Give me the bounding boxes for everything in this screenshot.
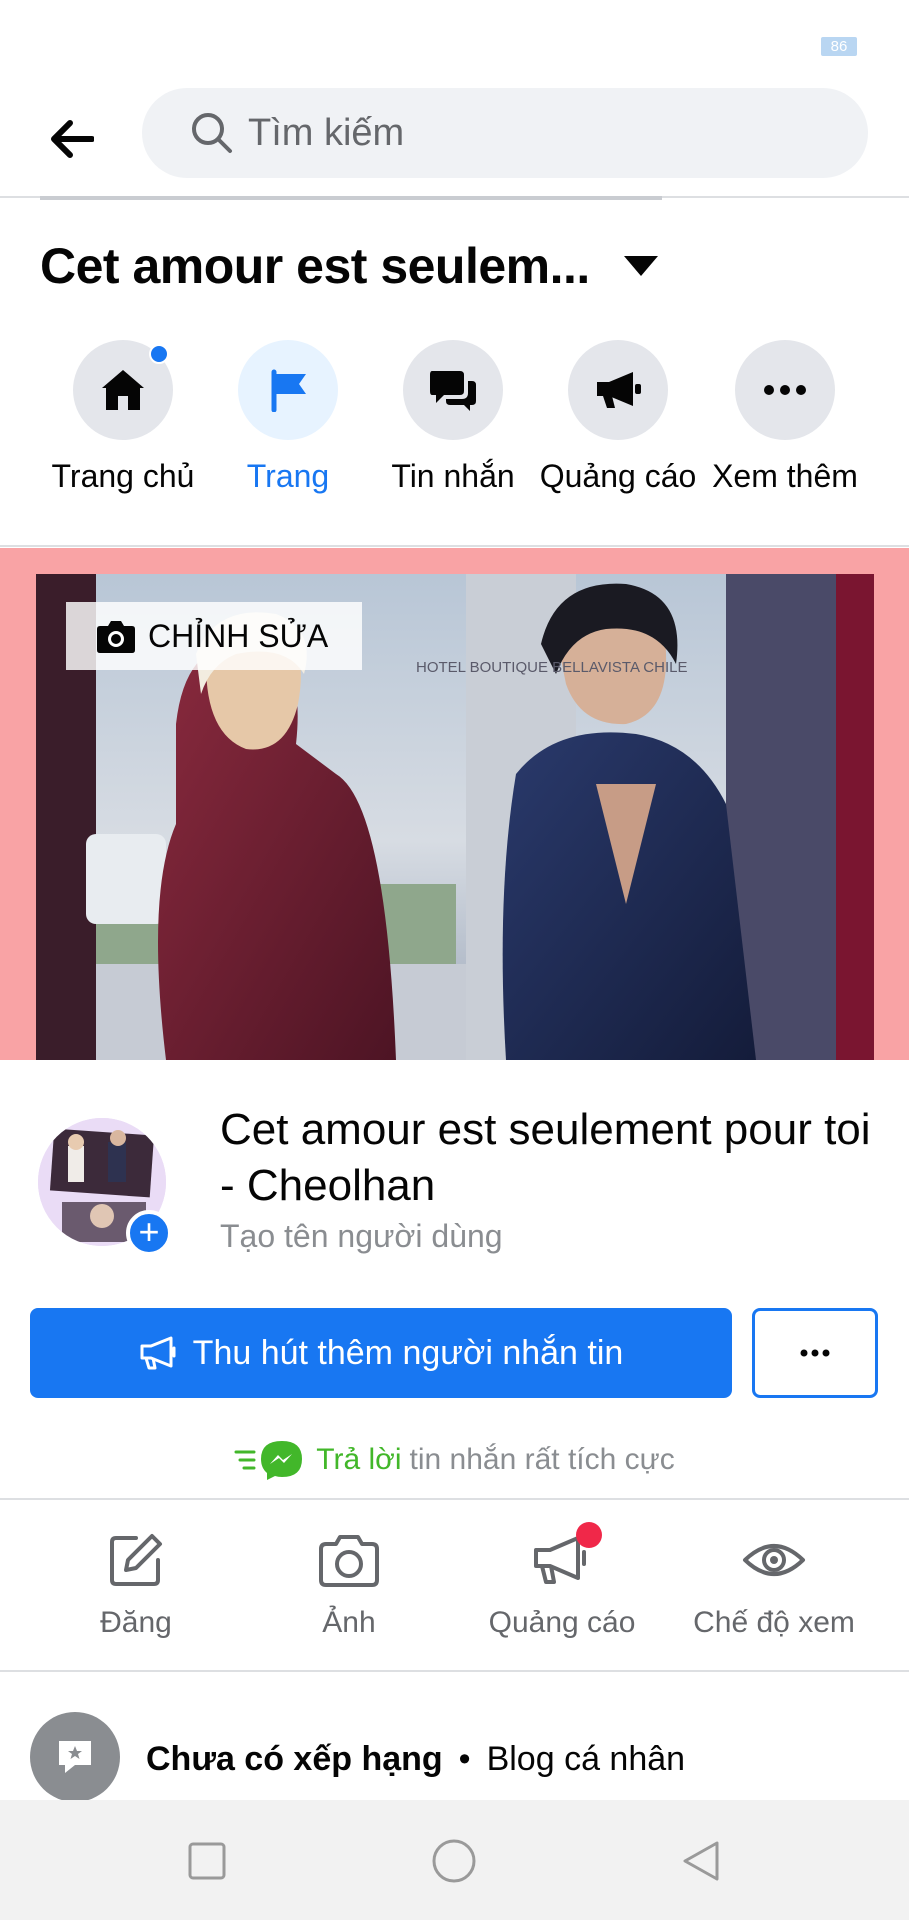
divider	[0, 545, 909, 547]
nav-label-home: Trang chủ	[51, 458, 195, 494]
cover-area: HOTEL BOUTIQUE BELLAVISTA CHILE CHỈNH SỬ…	[0, 548, 909, 1060]
more-options-button[interactable]	[752, 1308, 878, 1398]
circle-icon	[432, 1839, 476, 1883]
add-photo-button[interactable]: +	[126, 1210, 172, 1256]
more-icon	[764, 385, 806, 395]
nav-item-page[interactable]: Trang	[203, 340, 373, 495]
messenger-fast-icon	[234, 1441, 303, 1480]
rating-label: Chưa có xếp hạng	[146, 1740, 443, 1778]
back-arrow-icon	[51, 120, 94, 158]
camera-icon	[319, 1535, 379, 1587]
megaphone-outline-icon	[139, 1333, 179, 1373]
megaphone-icon	[597, 372, 641, 408]
chat-icon	[430, 371, 476, 411]
nav-item-more[interactable]: Xem thêm	[700, 340, 870, 495]
back-button[interactable]	[38, 106, 104, 172]
top-bar	[0, 80, 909, 200]
action-post[interactable]: Đăng	[36, 1528, 236, 1640]
nav-label-page: Trang	[246, 458, 330, 494]
nav-item-home[interactable]: Trang chủ	[38, 340, 208, 495]
action-ads-label: Quảng cáo	[488, 1606, 636, 1639]
caret-down-icon	[623, 256, 658, 276]
home-icon	[102, 370, 144, 410]
profile-name: Cet amour est seulement pour toi - Cheol…	[220, 1105, 871, 1210]
cover-sign-text: HOTEL BOUTIQUE BELLAVISTA CHILE	[416, 659, 687, 676]
status-bar: 86	[0, 0, 909, 80]
review-icon	[30, 1712, 120, 1800]
action-view-as[interactable]: Chế độ xem	[674, 1528, 874, 1640]
action-ads[interactable]: Quảng cáo	[462, 1522, 662, 1640]
page-switcher[interactable]: Cet amour est seulem...	[40, 236, 658, 296]
response-highlight: Trả lời	[316, 1443, 402, 1476]
system-back-button[interactable]	[676, 1836, 726, 1886]
nav-item-ads[interactable]: Quảng cáo	[533, 340, 703, 495]
rating-separator: •	[458, 1740, 471, 1778]
battery-indicator: 86	[821, 37, 857, 56]
profile-section: + Cet amour est seulement pour toi - Che…	[0, 1060, 909, 1300]
rating-row: Chưa có xếp hạng • Blog cá nhân	[0, 1672, 909, 1800]
triangle-back-icon	[683, 1841, 719, 1881]
system-nav-bar	[0, 1800, 909, 1920]
search-input[interactable]	[248, 111, 808, 155]
action-post-label: Đăng	[100, 1606, 172, 1639]
action-view-as-label: Chế độ xem	[693, 1606, 855, 1639]
search-icon	[190, 111, 234, 155]
action-photo-label: Ảnh	[322, 1606, 376, 1639]
flag-icon	[271, 369, 306, 412]
page-nav: Trang chủ Trang Tin nhắn Quảng cáo Xem t…	[0, 340, 909, 510]
edit-icon	[110, 1534, 162, 1586]
home-button[interactable]	[429, 1836, 479, 1886]
cover-photo[interactable]: HOTEL BOUTIQUE BELLAVISTA CHILE CHỈNH SỬ…	[36, 574, 874, 1060]
nav-item-messages[interactable]: Tin nhắn	[368, 340, 538, 495]
notification-dot	[149, 344, 169, 364]
top-underline	[40, 196, 662, 200]
create-username-link[interactable]: Tạo tên người dùng	[220, 1218, 503, 1255]
response-badge: Trả lời tin nhắn rất tích cực	[0, 1432, 909, 1488]
nav-label-more: Xem thêm	[712, 458, 858, 494]
edit-cover-label: CHỈNH SỬA	[148, 617, 329, 654]
square-icon	[188, 1842, 226, 1880]
recents-button[interactable]	[182, 1836, 232, 1886]
camera-icon	[96, 616, 136, 656]
edit-cover-button[interactable]: CHỈNH SỬA	[66, 602, 362, 670]
nav-label-messages: Tin nhắn	[391, 458, 515, 494]
more-dots-icon	[800, 1349, 830, 1357]
page-category: Blog cá nhân	[486, 1740, 686, 1778]
notification-dot	[576, 1522, 602, 1548]
eye-icon	[743, 1544, 805, 1576]
action-photo[interactable]: Ảnh	[249, 1528, 449, 1640]
response-text: tin nhắn rất tích cực	[409, 1443, 675, 1476]
search-bar[interactable]	[142, 88, 868, 178]
nav-label-ads: Quảng cáo	[539, 458, 697, 494]
page-title: Cet amour est seulem...	[40, 238, 590, 294]
page-actions: Đăng Ảnh Quảng cáo Chế độ xem	[0, 1500, 909, 1672]
get-more-messages-label: Thu hút thêm người nhắn tin	[192, 1333, 624, 1372]
get-more-messages-button[interactable]: Thu hút thêm người nhắn tin	[30, 1308, 732, 1398]
